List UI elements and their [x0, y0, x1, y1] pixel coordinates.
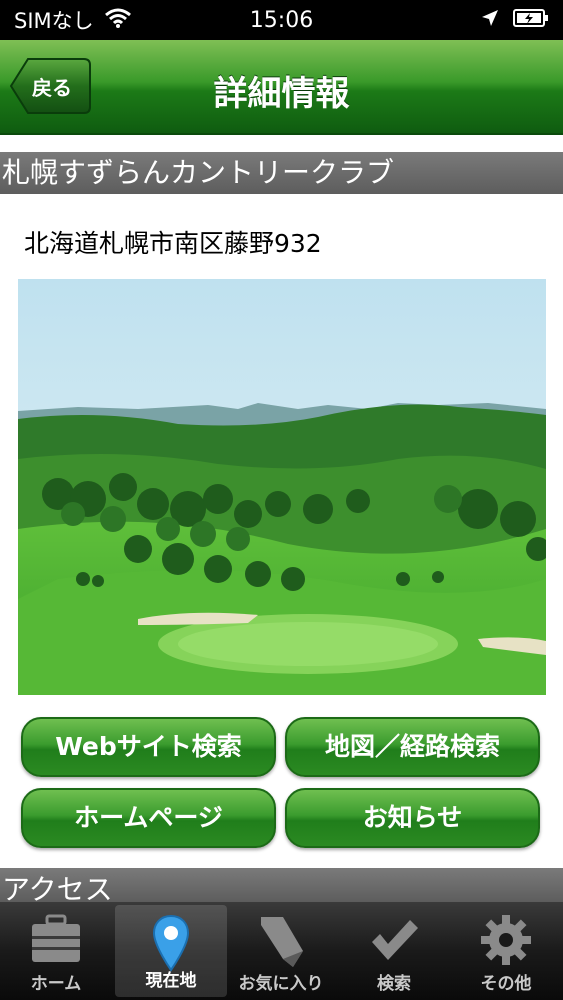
bookmark-icon [261, 917, 303, 967]
page-title: 詳細情報 [213, 74, 350, 114]
carrier-label: SIMなし [14, 9, 94, 33]
checkmark-icon [372, 920, 418, 960]
map-pin-icon [152, 914, 190, 972]
status-bar: SIMなし 15:06 [0, 0, 563, 40]
battery-charging-icon [513, 8, 549, 33]
web-search-button[interactable]: Webサイト検索 [21, 717, 276, 777]
tab-search[interactable]: 検索 [338, 902, 450, 1000]
news-button[interactable]: お知らせ [285, 788, 540, 848]
location-arrow-icon [481, 8, 499, 32]
navigation-bar: 戻る 詳細情報 [0, 40, 563, 135]
tab-current-location-label: 現在地 [145, 971, 197, 991]
briefcase-icon [32, 914, 80, 962]
tab-bar: ホーム 現在地 お気に入り 検索 その他 [0, 902, 563, 1000]
map-route-button[interactable]: 地図／経路検索 [285, 717, 540, 777]
tab-search-label: 検索 [377, 974, 411, 994]
club-name-header: 札幌すずらんカントリークラブ [0, 152, 563, 194]
wifi-icon [104, 7, 132, 34]
golf-course-photo [18, 279, 550, 695]
homepage-button[interactable]: ホームページ [21, 788, 276, 848]
tab-current-location[interactable]: 現在地 [115, 905, 227, 997]
tab-favorites-label: お気に入り [238, 974, 324, 994]
access-header: アクセス [0, 868, 563, 902]
tab-favorites[interactable]: お気に入り [225, 902, 337, 1000]
tab-other[interactable]: その他 [450, 902, 562, 1000]
club-address: 北海道札幌市南区藤野932 [24, 229, 322, 258]
tab-home[interactable]: ホーム [0, 902, 112, 1000]
gear-icon [481, 915, 531, 965]
tab-home-label: ホーム [30, 974, 82, 994]
tab-other-label: その他 [480, 974, 532, 994]
